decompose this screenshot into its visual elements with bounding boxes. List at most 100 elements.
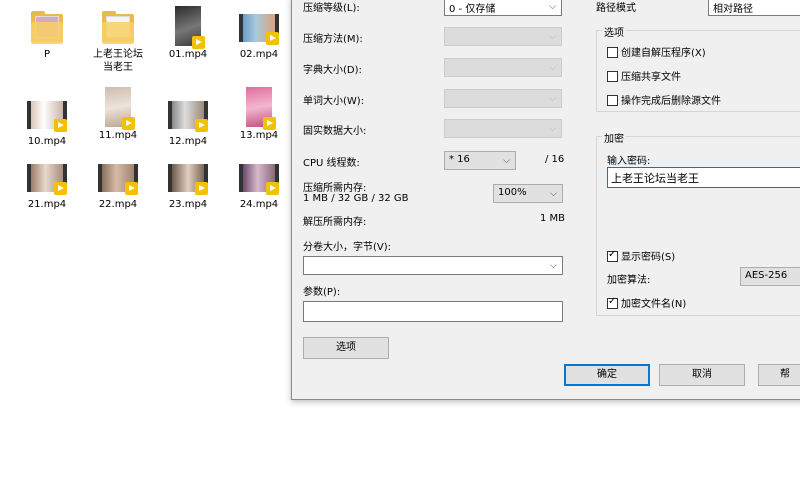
help-button[interactable]: 帮	[758, 364, 800, 386]
video-thumbnail-icon	[175, 6, 205, 49]
shared-files-checkbox-label: 压缩共享文件	[621, 72, 681, 83]
desktop-file-10[interactable]: 10.mp4	[12, 97, 82, 148]
folder-icon	[100, 10, 136, 46]
solid-block-size-select[interactable]: ⌵	[444, 119, 562, 138]
file-label: 21.mp4	[27, 199, 67, 210]
file-label: 22.mp4	[98, 199, 138, 210]
solid-block-size-label: 固实数据大小:	[303, 126, 367, 137]
cpu-threads-value: * 16	[449, 154, 470, 165]
play-icon	[54, 182, 67, 195]
path-mode-value: 相对路径	[713, 4, 753, 15]
password-input[interactable]: 上老王论坛当老王	[607, 167, 800, 188]
play-icon	[266, 182, 279, 195]
compression-level-select[interactable]: 0 - 仅存储 ⌵	[444, 0, 562, 16]
checkbox-checked-icon	[607, 249, 618, 262]
file-label: 上老王论坛 当老王	[93, 49, 143, 73]
desktop-file-01[interactable]: 01.mp4	[153, 6, 223, 61]
checkbox-checked-icon	[607, 296, 618, 309]
desktop-file-21[interactable]: 21.mp4	[12, 160, 82, 211]
play-icon	[266, 32, 279, 45]
video-thumbnail-icon	[98, 164, 138, 195]
delete-after-checkbox[interactable]: 操作完成后删除源文件	[607, 92, 721, 107]
play-icon	[263, 117, 276, 130]
desktop-file-23[interactable]: 23.mp4	[153, 160, 223, 211]
file-label: P	[43, 49, 51, 60]
password-value: 上老王论坛当老王	[611, 172, 699, 185]
options-button[interactable]: 选项	[303, 337, 389, 359]
play-icon	[195, 182, 208, 195]
checkbox-icon	[607, 47, 618, 58]
play-icon	[122, 117, 135, 130]
desktop-file-11[interactable]: 11.mp4	[83, 87, 153, 142]
memory-compress-label: 压缩所需内存:	[303, 183, 367, 194]
dictionary-size-select[interactable]: ⌵	[444, 58, 562, 77]
word-size-select[interactable]: ⌵	[444, 89, 562, 108]
cancel-button[interactable]: 取消	[659, 364, 745, 386]
desktop-file-24[interactable]: 24.mp4	[224, 160, 294, 211]
encryption-method-value: AES-256	[745, 270, 788, 281]
word-size-label: 单词大小(W):	[303, 96, 365, 107]
show-password-label: 显示密码(S)	[621, 252, 676, 263]
shared-files-checkbox[interactable]: 压缩共享文件	[607, 68, 681, 83]
video-thumbnail-icon	[168, 101, 208, 132]
video-thumbnail-icon	[246, 87, 276, 130]
file-label: 13.mp4	[239, 130, 279, 141]
encryption-method-label: 加密算法:	[607, 275, 651, 286]
compression-method-select[interactable]: ⌵	[444, 27, 562, 46]
chevron-down-icon: ⌵	[503, 156, 510, 166]
file-label: 23.mp4	[168, 199, 208, 210]
cpu-threads-label: CPU 线程数:	[303, 158, 360, 169]
memory-percent-select[interactable]: 100% ⌵	[493, 184, 563, 203]
dictionary-size-label: 字典大小(D):	[303, 65, 362, 76]
desktop-file-folder-2[interactable]: 上老王论坛 当老王	[83, 10, 153, 74]
chevron-down-icon: ⌵	[549, 94, 556, 104]
video-thumbnail-icon	[239, 14, 279, 45]
video-thumbnail-icon	[105, 87, 135, 130]
desktop-file-02[interactable]: 02.mp4	[224, 10, 294, 61]
show-password-checkbox[interactable]: 显示密码(S)	[607, 248, 675, 263]
file-label: 01.mp4	[168, 49, 208, 60]
sfx-checkbox-label: 创建自解压程序(X)	[621, 48, 706, 59]
sfx-checkbox[interactable]: 创建自解压程序(X)	[607, 44, 706, 59]
chevron-down-icon: ⌵	[550, 261, 557, 271]
file-label: 12.mp4	[168, 136, 208, 147]
add-to-archive-dialog: 压缩等级(L): 0 - 仅存储 ⌵ 压缩方法(M): ⌵ 字典大小(D): ⌵…	[291, 0, 800, 400]
parameters-input[interactable]	[303, 301, 563, 322]
memory-percent-value: 100%	[498, 187, 527, 198]
parameters-label: 参数(P):	[303, 287, 341, 298]
encrypt-names-label: 加密文件名(N)	[621, 299, 687, 310]
play-icon	[195, 119, 208, 132]
file-label: 10.mp4	[27, 136, 67, 147]
compression-level-label: 压缩等级(L):	[303, 3, 360, 14]
play-icon	[125, 182, 138, 195]
play-icon	[54, 119, 67, 132]
path-mode-select[interactable]: 相对路径	[708, 0, 800, 16]
play-icon	[192, 36, 205, 49]
file-label: 24.mp4	[239, 199, 279, 210]
volume-size-label: 分卷大小，字节(V):	[303, 242, 392, 253]
cpu-threads-total: / 16	[545, 154, 565, 165]
video-thumbnail-icon	[27, 164, 67, 195]
volume-size-input[interactable]: ⌵	[303, 256, 563, 275]
chevron-down-icon: ⌵	[549, 2, 556, 12]
video-thumbnail-icon	[27, 101, 67, 132]
file-label: 11.mp4	[98, 130, 138, 141]
checkbox-icon	[607, 71, 618, 82]
chevron-down-icon: ⌵	[549, 32, 556, 42]
cpu-threads-select[interactable]: * 16 ⌵	[444, 151, 516, 170]
ok-button[interactable]: 确定	[564, 364, 650, 386]
compression-method-label: 压缩方法(M):	[303, 34, 363, 45]
desktop-file-p-folder[interactable]: P	[12, 10, 82, 61]
file-label: 02.mp4	[239, 49, 279, 60]
chevron-down-icon: ⌵	[549, 124, 556, 134]
desktop-file-13[interactable]: 13.mp4	[224, 87, 294, 142]
video-thumbnail-icon	[168, 164, 208, 195]
options-group-title: 选项	[602, 24, 626, 39]
memory-compress-value: 1 MB / 32 GB / 32 GB	[303, 193, 409, 204]
desktop-file-12[interactable]: 12.mp4	[153, 97, 223, 148]
encrypt-names-checkbox[interactable]: 加密文件名(N)	[607, 295, 686, 310]
memory-decompress-label: 解压所需内存:	[303, 217, 367, 228]
encryption-group-title: 加密	[602, 130, 626, 145]
desktop-file-22[interactable]: 22.mp4	[83, 160, 153, 211]
encryption-method-select[interactable]: AES-256	[740, 267, 800, 286]
